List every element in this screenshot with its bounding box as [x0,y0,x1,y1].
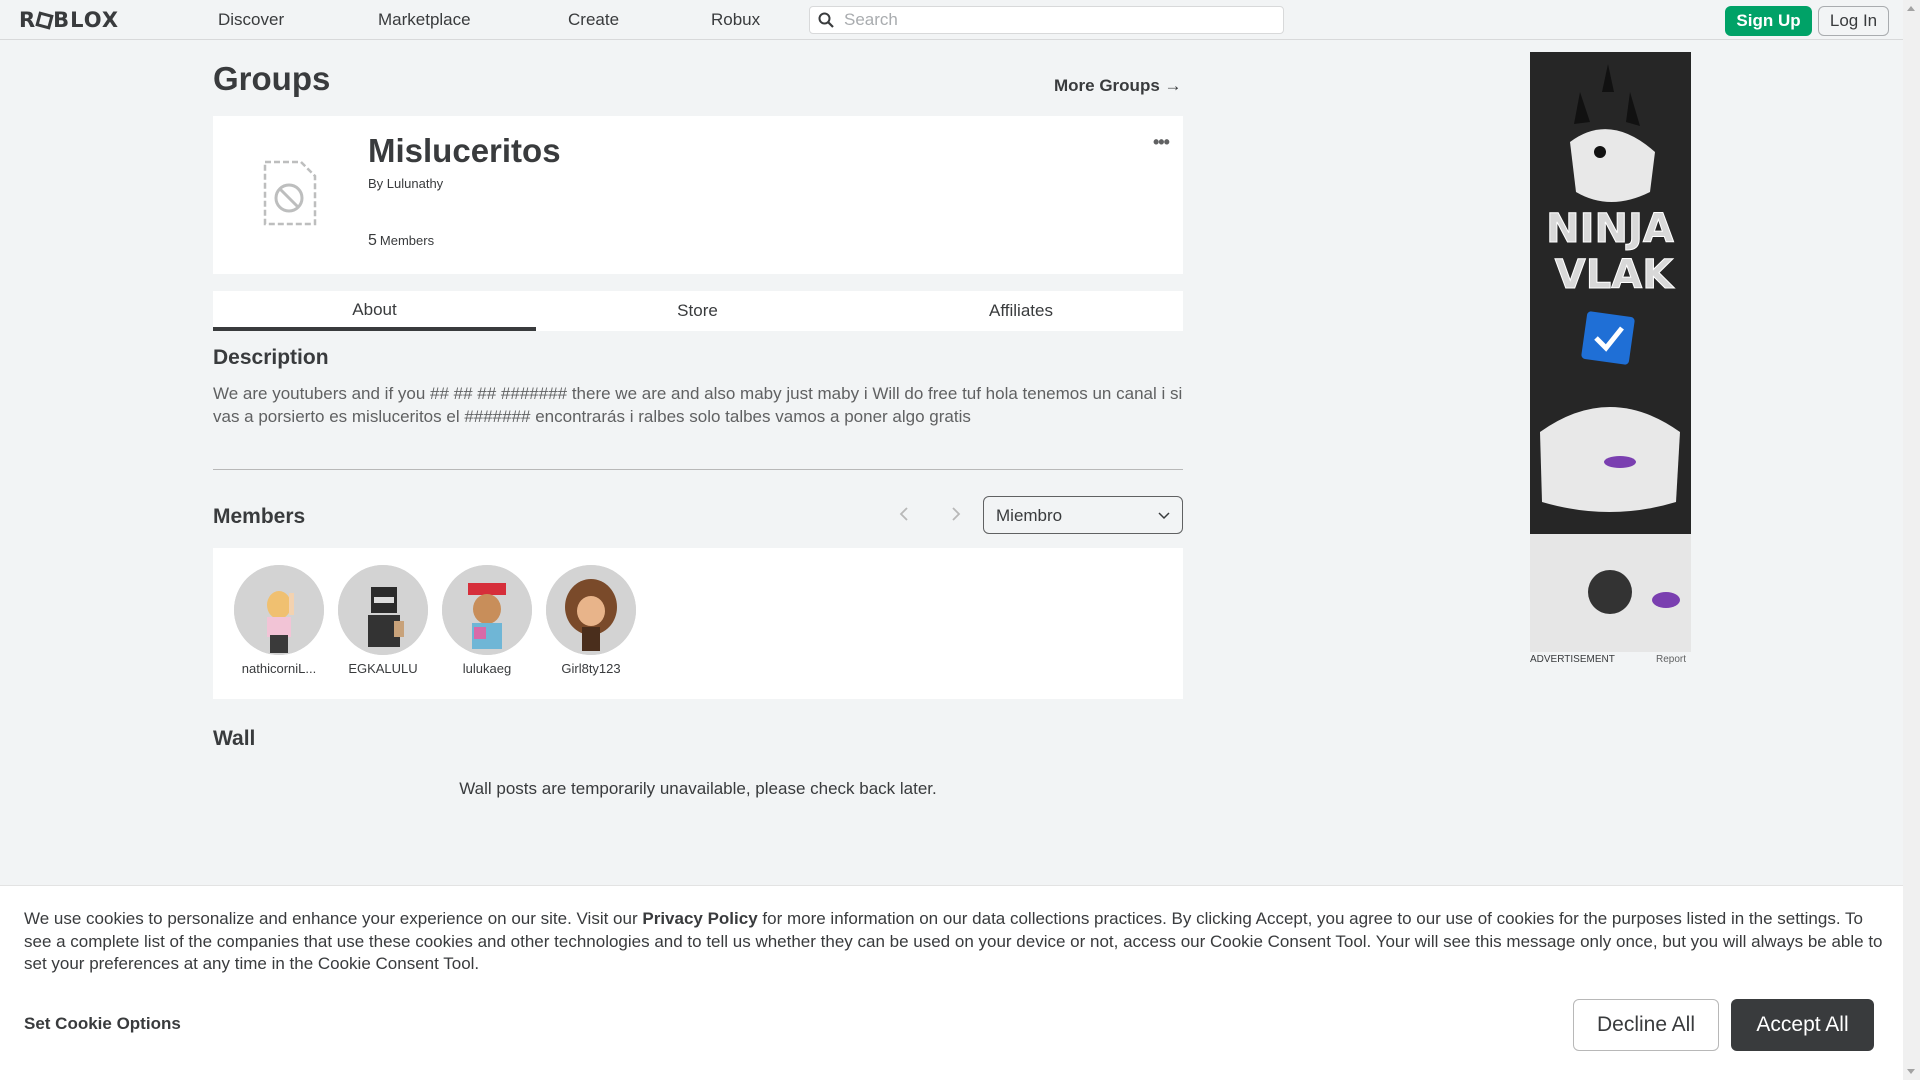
role-select[interactable]: Miembro [983,496,1183,534]
sign-up-button[interactable]: Sign Up [1725,6,1812,36]
member-count-label: Members [379,233,435,248]
divider [213,469,1183,470]
group-name: Misluceritos [368,132,561,169]
group-owner-link[interactable]: Lulunathy [387,176,443,191]
scroll-down-icon[interactable] [1907,1069,1915,1074]
member-count-value: 5 [368,232,377,249]
page-scrollbar[interactable] [1903,0,1920,1080]
chevron-right-icon[interactable] [949,504,963,524]
wall-unavailable-message: Wall posts are temporarily unavailable, … [459,779,937,798]
ad-text-line2: VLAK [1555,252,1675,298]
group-emblem-placeholder-icon [263,160,317,226]
member-count: 5 Members [368,232,434,250]
member-tile[interactable]: lulukaeg [439,565,535,676]
wall-heading: Wall [213,727,256,750]
cookie-message: We use cookies to personalize and enhanc… [24,908,1884,976]
cookie-banner: We use cookies to personalize and enhanc… [0,885,1903,1080]
avatar[interactable] [442,565,532,655]
tab-store[interactable]: Store [536,291,859,331]
group-tabs: About Store Affiliates [213,291,1183,331]
group-owner-prefix: By [368,176,384,191]
member-tile[interactable]: nathicorniL... [231,565,327,676]
top-nav: R BLOX Discover Marketplace Create Robux … [0,0,1903,40]
nav-create[interactable]: Create [568,10,619,30]
avatar-image [234,565,324,655]
chevron-left-icon[interactable] [897,504,911,524]
log-in-button[interactable]: Log In [1818,6,1889,36]
member-tile[interactable]: Girl8ty123 [543,565,639,676]
avatar-image [442,565,532,655]
chevron-down-icon [1158,512,1170,520]
advertisement-banner[interactable]: NINJA VLAK [1530,52,1691,652]
nav-marketplace[interactable]: Marketplace [378,10,471,30]
nav-discover[interactable]: Discover [218,10,284,30]
member-name[interactable]: EGKALULU [335,661,431,676]
tab-affiliates[interactable]: Affiliates [859,291,1183,331]
avatar[interactable] [546,565,636,655]
members-heading: Members [213,505,306,528]
avatar-image [546,565,636,655]
set-cookie-options-link[interactable]: Set Cookie Options [24,1014,181,1034]
member-name[interactable]: lulukaeg [439,661,535,676]
search-input[interactable] [844,10,1274,30]
page-title: Groups [213,60,331,97]
accept-all-button[interactable]: Accept All [1731,999,1874,1051]
advertisement-label: ADVERTISEMENT [1530,654,1615,665]
tab-about[interactable]: About [213,291,536,331]
nav-robux[interactable]: Robux [711,10,760,30]
role-select-value: Miembro [996,506,1063,525]
group-description: We are youtubers and if you ## ## ## ###… [213,384,1183,426]
member-tile[interactable]: EGKALULU [335,565,431,676]
advertisement-image: NINJA VLAK [1530,52,1691,652]
avatar[interactable] [234,565,324,655]
member-name[interactable]: Girl8ty123 [543,661,639,676]
privacy-policy-link[interactable]: Privacy Policy [642,909,757,928]
roblox-logo[interactable]: R BLOX [19,8,119,32]
members-list: nathicorniL... EGKALULU lulukaeg Girl8ty… [213,548,1183,699]
ad-report-link[interactable]: Report [1656,654,1686,665]
group-header-card: Misluceritos By Lulunathy 5 Members ••• [213,116,1183,274]
cookie-text-before: We use cookies to personalize and enhanc… [24,909,643,928]
description-heading: Description [213,346,329,369]
avatar[interactable] [338,565,428,655]
search-box[interactable] [809,6,1284,34]
member-name[interactable]: nathicorniL... [231,661,327,676]
avatar-image [338,565,428,655]
scroll-up-icon[interactable] [1907,6,1915,11]
decline-all-button[interactable]: Decline All [1573,999,1719,1051]
ad-text-line1: NINJA [1546,206,1674,252]
search-icon [818,12,834,28]
more-options-icon[interactable]: ••• [1153,132,1170,153]
group-owner-line: By Lulunathy [368,176,443,191]
more-groups-link[interactable]: More Groups → [1054,76,1182,96]
